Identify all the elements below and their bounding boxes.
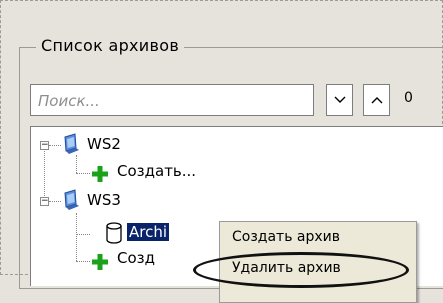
next-match-button[interactable]	[326, 84, 353, 116]
search-box[interactable]	[30, 84, 314, 116]
highlight-circle	[193, 252, 409, 288]
tree-node-create-ws2[interactable]: Создать...	[117, 162, 196, 180]
add-icon	[92, 254, 108, 270]
match-count: 0	[404, 90, 413, 106]
chevron-down-icon	[334, 96, 345, 103]
tree-node-archive[interactable]: Archi	[127, 223, 170, 241]
prev-match-button[interactable]	[363, 84, 390, 116]
computer-icon	[64, 133, 79, 154]
search-input[interactable]	[36, 86, 310, 116]
chevron-up-icon	[371, 97, 382, 104]
ws3-collapse-toggle[interactable]: −	[40, 197, 49, 206]
menu-item-create-archive[interactable]: Создать архив	[232, 229, 340, 245]
database-icon	[106, 222, 122, 244]
tree-node-ws2[interactable]: WS2	[87, 135, 121, 153]
tree-node-create-ws3[interactable]: Созд	[117, 249, 155, 267]
tree-node-ws3[interactable]: WS3	[87, 191, 121, 209]
groupbox-title: Список архивов	[36, 36, 185, 55]
add-icon	[92, 166, 108, 182]
ws2-collapse-toggle[interactable]: −	[40, 141, 49, 150]
computer-icon	[64, 189, 79, 210]
